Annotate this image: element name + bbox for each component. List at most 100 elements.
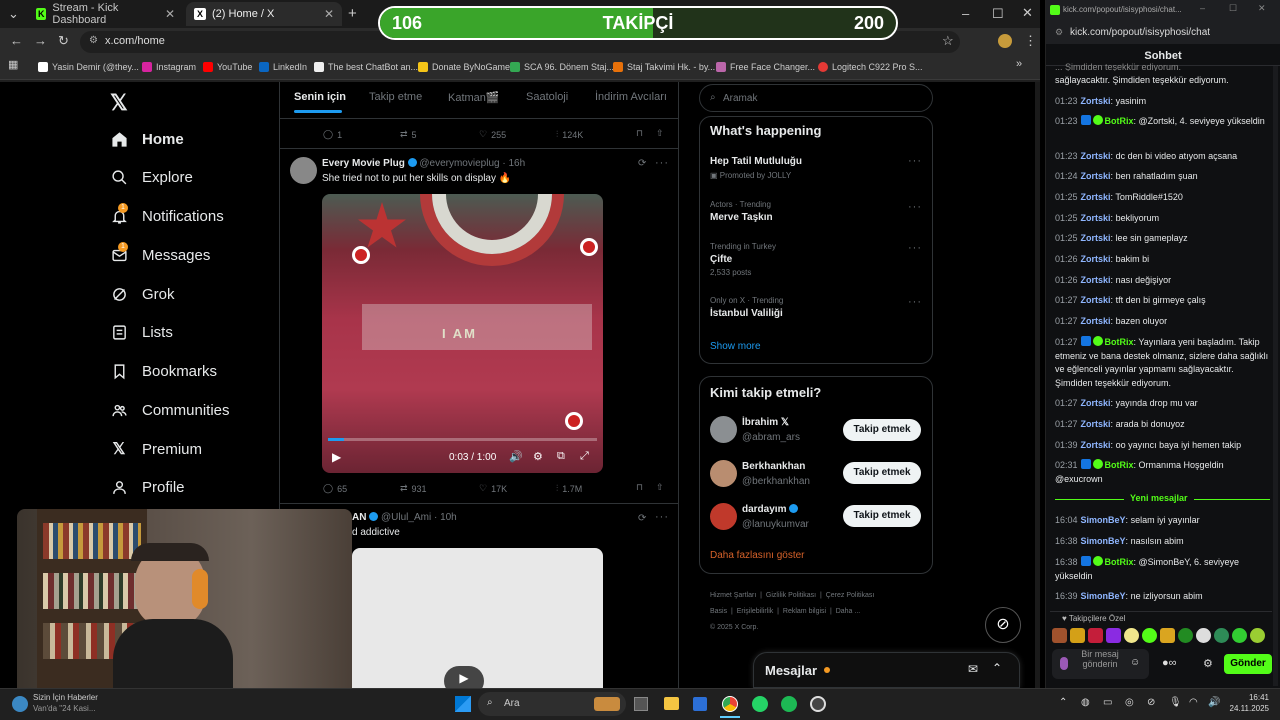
tab-for-you[interactable]: Senin için: [294, 91, 346, 103]
bookmark-9[interactable]: Free Face Changer...: [716, 58, 815, 76]
footer-link[interactable]: Erişilebilirlik: [737, 608, 774, 615]
pip-icon[interactable]: ⧉: [557, 450, 565, 463]
tray-app-icon[interactable]: ◍: [1081, 697, 1090, 708]
emote-icon[interactable]: [1142, 628, 1157, 643]
more-icon[interactable]: ···: [908, 201, 922, 213]
minimize-icon[interactable]: –: [962, 6, 969, 21]
search-input[interactable]: ⌕ Aramak: [699, 84, 933, 112]
footer-link[interactable]: Gizlilik Politikası: [766, 592, 816, 599]
post-author-name[interactable]: AN: [352, 512, 366, 523]
trend-item[interactable]: Trending in Turkey Çifte 2,533 posts: [710, 242, 925, 277]
more-icon[interactable]: ···: [908, 242, 922, 254]
chat-username[interactable]: Zortski: [1081, 192, 1111, 202]
more-icon[interactable]: ···: [908, 155, 922, 167]
footer-link[interactable]: Hizmet Şartları: [710, 592, 756, 599]
settings-icon[interactable]: ⚙: [533, 450, 543, 463]
send-button[interactable]: Gönder: [1224, 654, 1272, 674]
tab-list-icon[interactable]: ⌄: [8, 6, 19, 22]
video-progress[interactable]: [328, 438, 597, 441]
bookmark-2[interactable]: Instagram: [142, 58, 196, 76]
tab-kick-dashboard[interactable]: K Stream - Kick Dashboard ✕: [28, 2, 183, 26]
more-icon[interactable]: ···: [655, 157, 669, 169]
tray-chevron-icon[interactable]: ⌃: [1059, 697, 1067, 708]
tab-list-saatoloji[interactable]: Saatoloji: [526, 91, 568, 103]
chat-username[interactable]: SimonBeY: [1081, 536, 1126, 546]
share-button[interactable]: ⇧: [656, 128, 664, 139]
chat-username[interactable]: Zortski: [1081, 316, 1111, 326]
bookmark-8[interactable]: Staj Takvimi Hk. - by...: [613, 58, 715, 76]
footer-link[interactable]: Çerez Politikası: [826, 592, 875, 599]
emote-icon[interactable]: [1088, 628, 1103, 643]
expand-icon[interactable]: ⌃: [992, 661, 1002, 675]
footer-link[interactable]: Daha ...: [836, 608, 861, 615]
sidebar-item-lists[interactable]: Lists: [110, 319, 173, 345]
chat-username[interactable]: Zortski: [1081, 233, 1111, 243]
show-more-link[interactable]: Daha fazlasını göster: [710, 550, 805, 561]
emote-icon[interactable]: [1250, 628, 1265, 643]
site-info-icon[interactable]: ⚙: [1055, 27, 1063, 38]
more-icon[interactable]: ···: [908, 296, 922, 308]
views-button[interactable]: ⫶ 1.7M: [556, 483, 582, 494]
activity-icon[interactable]: ●∞: [1162, 657, 1177, 669]
chat-username[interactable]: BotRix: [1105, 337, 1134, 347]
trend-item[interactable]: Actors · Trending Merve Taşkın: [710, 200, 925, 223]
emote-icon[interactable]: [1160, 628, 1175, 643]
sidebar-item-grok[interactable]: Grok: [110, 281, 175, 307]
clock-time[interactable]: 16:41: [1235, 693, 1269, 702]
taskbar-search[interactable]: ⌕ Ara: [478, 692, 626, 716]
bookmark-7[interactable]: SCA 96. Dönem Staj...: [510, 58, 614, 76]
messages-drawer[interactable]: Mesajlar ✉ ⌃: [753, 652, 1020, 688]
emote-icon[interactable]: [1124, 628, 1139, 643]
wifi-icon[interactable]: ◠: [1189, 697, 1198, 708]
tab-list-katman[interactable]: Katman🎬: [448, 91, 500, 104]
post-author-name[interactable]: Every Movie Plug: [322, 158, 405, 169]
obs-icon[interactable]: [810, 696, 826, 712]
tab-x-home[interactable]: X (2) Home / X ✕: [186, 2, 342, 26]
emote-icon[interactable]: [1214, 628, 1229, 643]
sidebar-item-messages[interactable]: 1 Messages: [110, 242, 210, 268]
whatsapp-icon[interactable]: [752, 696, 768, 712]
post-media[interactable]: ▶: [352, 548, 603, 696]
maximize-icon[interactable]: ☐: [1229, 3, 1237, 14]
suggested-user-name[interactable]: Berkhankhan: [742, 461, 805, 472]
sidebar-item-home[interactable]: Home: [110, 126, 184, 152]
more-bookmarks-icon[interactable]: »: [1016, 58, 1022, 70]
share-button[interactable]: ⇧: [656, 482, 664, 493]
reply-button[interactable]: ◯ 1: [323, 129, 342, 140]
mic-icon[interactable]: 🎙: [1169, 697, 1182, 708]
chat-input[interactable]: Bir mesaj gönderin ☺: [1052, 649, 1149, 679]
tray-app-icon[interactable]: ▭: [1103, 697, 1112, 708]
tab-list-indirim[interactable]: İndirim Avcıları: [595, 91, 667, 103]
store-icon[interactable]: [693, 697, 707, 711]
avatar[interactable]: [998, 34, 1012, 48]
bookmark-4[interactable]: LinkedIn: [259, 58, 307, 76]
fullscreen-icon[interactable]: ⤢: [580, 450, 589, 463]
x-logo-icon[interactable]: 𝕏: [110, 90, 128, 116]
windows-start-icon[interactable]: [455, 696, 471, 712]
chrome-icon[interactable]: [722, 696, 738, 712]
sidebar-item-communities[interactable]: Communities: [110, 397, 230, 423]
sidebar-item-explore[interactable]: Explore: [110, 164, 193, 190]
mic-icon[interactable]: [1060, 657, 1068, 670]
show-more-link[interactable]: Show more: [710, 341, 761, 352]
spotify-icon[interactable]: [781, 696, 797, 712]
follow-button[interactable]: Takip etmek: [843, 419, 921, 441]
follow-button[interactable]: Takip etmek: [843, 462, 921, 484]
maximize-icon[interactable]: ☐: [992, 6, 1004, 22]
window-close-icon[interactable]: ✕: [1022, 5, 1033, 21]
star-icon[interactable]: ☆: [942, 33, 954, 49]
tray-app-icon[interactable]: ◎: [1125, 697, 1134, 708]
volume-icon[interactable]: 🔊: [1208, 697, 1220, 708]
window-close-icon[interactable]: ✕: [1258, 3, 1266, 14]
chat-username[interactable]: BotRix: [1105, 557, 1134, 567]
chat-username[interactable]: Zortski: [1081, 213, 1111, 223]
avatar[interactable]: [710, 460, 737, 487]
like-button[interactable]: ♡ 255: [479, 129, 506, 140]
grok-icon[interactable]: ⟳: [638, 158, 646, 169]
avatar[interactable]: [710, 503, 737, 530]
follow-button[interactable]: Takip etmek: [843, 505, 921, 527]
chat-username[interactable]: Zortski: [1081, 96, 1111, 106]
sidebar-item-premium[interactable]: 𝕏 Premium: [110, 436, 202, 462]
avatar[interactable]: [710, 416, 737, 443]
minimize-icon[interactable]: –: [1200, 3, 1205, 13]
